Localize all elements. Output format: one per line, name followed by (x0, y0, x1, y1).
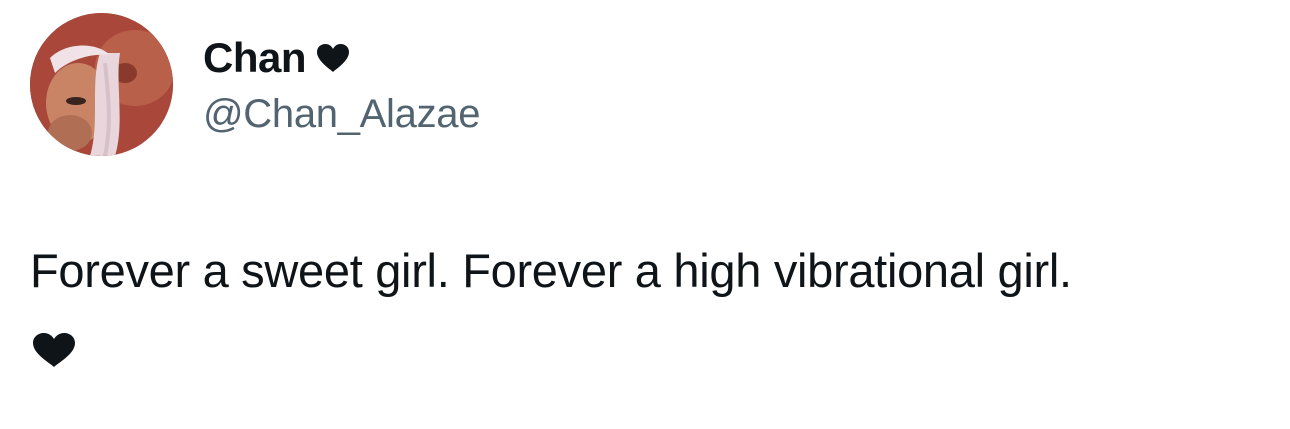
black-heart-icon (33, 333, 75, 367)
heart-icon (317, 44, 349, 72)
avatar-image (30, 13, 173, 156)
tweet-card: Chan @Chan_Alazae Forever a sweet girl. … (0, 0, 1290, 429)
display-name[interactable]: Chan (203, 34, 307, 82)
avatar[interactable] (30, 13, 173, 156)
user-handle[interactable]: @Chan_Alazae (203, 92, 480, 137)
tweet-author: Chan @Chan_Alazae (203, 30, 480, 137)
tweet-text: Forever a sweet girl. Forever a high vib… (30, 244, 1072, 297)
display-name-row: Chan (203, 30, 480, 86)
